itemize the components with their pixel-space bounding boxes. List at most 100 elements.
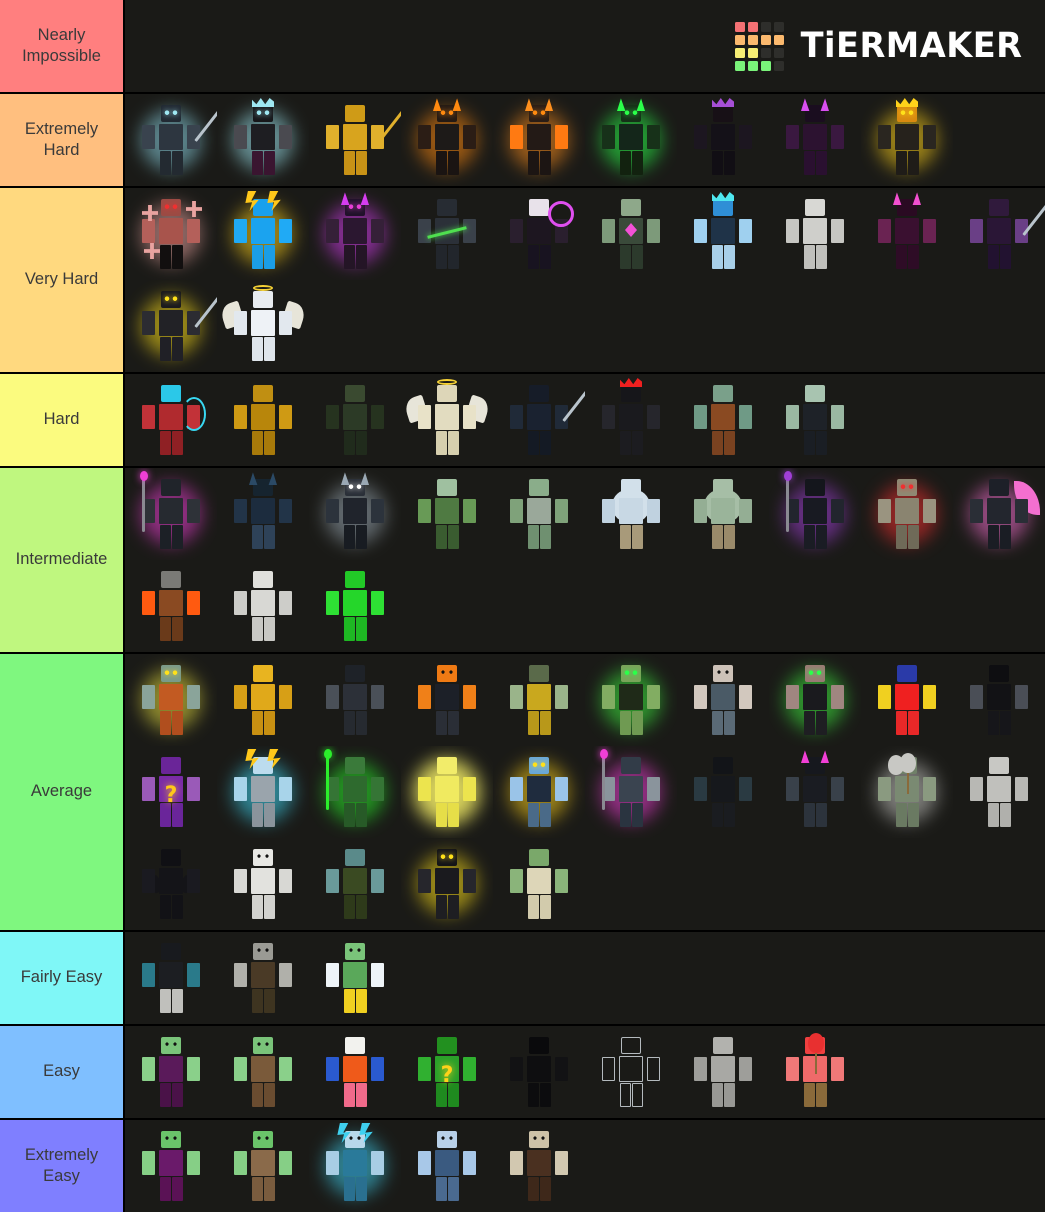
tier-item-magenta-staff-rogue[interactable]	[125, 468, 217, 560]
tier-item-top-hat-scythe-lord[interactable]	[769, 468, 861, 560]
tier-item-green-question-wizard[interactable]	[309, 746, 401, 838]
tier-item-pink-gem-trashman[interactable]	[677, 746, 769, 838]
tier-item-bright-green-runner[interactable]	[309, 560, 401, 652]
tier-item-pure-shadow-figure[interactable]	[493, 1026, 585, 1118]
tier-label-very-hard[interactable]: Very Hard	[0, 188, 125, 372]
tier-item-magma-armored[interactable]	[493, 94, 585, 186]
tier-item-chained-orange-zombie[interactable]	[125, 654, 217, 746]
tier-label-intermediate[interactable]: Intermediate	[0, 468, 125, 652]
tier-item-green-question-figure[interactable]: ?	[401, 1026, 493, 1118]
tier-label-extremely-hard[interactable]: Extremely Hard	[0, 94, 125, 186]
tier-item-rainbow-paint-figure[interactable]	[309, 1026, 401, 1118]
tier-item-sage-green-blob[interactable]	[677, 468, 769, 560]
tier-item-dark-knight-spear[interactable]	[125, 94, 217, 186]
tier-item-outline-ghost-figure[interactable]	[585, 1026, 677, 1118]
tier-item-magenta-staff-paladin[interactable]	[585, 746, 677, 838]
tier-item-black-bat[interactable]	[125, 838, 217, 930]
tier-item-red-balloon-gift[interactable]	[769, 1026, 861, 1118]
tier-label-fairly-easy[interactable]: Fairly Easy	[0, 932, 125, 1024]
tier-item-electric-stone-figure[interactable]	[217, 746, 309, 838]
tier-item-yellow-eye-swordsman[interactable]	[125, 280, 217, 372]
tier-item-green-neon-mech[interactable]	[585, 94, 677, 186]
tier-item-red-yellow-clown[interactable]	[861, 654, 953, 746]
tier-item-diamond-plate-figure[interactable]	[953, 746, 1045, 838]
tier-item-black-winged-shade[interactable]	[953, 654, 1045, 746]
tier-item-green-hooded-slime[interactable]	[401, 468, 493, 560]
tier-item-lava-rock-golem[interactable]	[125, 560, 217, 652]
tier-item-navy-antenna-knight[interactable]	[217, 468, 309, 560]
tier-item-white-skeleton[interactable]	[217, 838, 309, 930]
tier-item-white-clay-figure[interactable]	[769, 188, 861, 280]
tier-item-mossy-diamond-titan[interactable]	[585, 188, 677, 280]
tier-item-violet-lancer[interactable]	[953, 188, 1045, 280]
tier-item-purple-chained-zombie[interactable]	[125, 1026, 217, 1118]
tier-item-pink-scythe-reaper[interactable]	[953, 468, 1045, 560]
tier-item-brown-chained-zombie[interactable]	[217, 1026, 309, 1118]
tier-item-frost-crown-paladin[interactable]	[677, 188, 769, 280]
tier-item-violet-spiked-warrior[interactable]	[769, 94, 861, 186]
tier-item-tan-chained-hulk[interactable]	[861, 468, 953, 560]
tier-item-horned-black-knight[interactable]	[769, 746, 861, 838]
tier-item-yellow-glow-figure[interactable]	[401, 746, 493, 838]
tier-item-winged-angel[interactable]	[217, 280, 309, 372]
tier-items-intermediate[interactable]	[125, 468, 1045, 652]
tier-items-easy[interactable]: ?	[125, 1026, 1045, 1118]
tier-item-magenta-halo-shade[interactable]	[493, 188, 585, 280]
tier-item-white-ghost-figure[interactable]	[217, 560, 309, 652]
tier-item-pale-blue-blob[interactable]	[585, 468, 677, 560]
tier-item-pink-spiked-overlord[interactable]	[861, 188, 953, 280]
tier-item-white-winged-trident[interactable]	[401, 374, 493, 466]
tier-item-yellow-eye-black-figure[interactable]	[401, 838, 493, 930]
tier-item-camo-green-soldier[interactable]	[309, 374, 401, 466]
tier-item-brown-chain-zombie[interactable]	[217, 932, 309, 1024]
tier-item-green-camo-zombie[interactable]	[585, 654, 677, 746]
tier-items-hard[interactable]	[125, 374, 1045, 466]
tier-items-average[interactable]: ?	[125, 654, 1045, 930]
tier-item-yellow-armored-knight[interactable]	[493, 654, 585, 746]
tier-label-nearly-impossible[interactable]: Nearly Impossible	[0, 0, 125, 92]
tier-item-bandaged-mummy[interactable]	[493, 838, 585, 930]
tier-item-beach-towel-zombie[interactable]	[309, 932, 401, 1024]
tier-item-red-cyan-archer[interactable]	[125, 374, 217, 466]
tier-items-nearly-impossible[interactable]: TiERMAKER	[125, 0, 1045, 92]
tier-item-purple-question-cloak[interactable]: ?	[125, 746, 217, 838]
tier-item-dark-clothed-zombie[interactable]	[769, 654, 861, 746]
tier-label-average[interactable]: Average	[0, 654, 125, 930]
tier-item-tan-brown-figure[interactable]	[493, 1120, 585, 1212]
tier-item-grey-stone-brute[interactable]	[677, 654, 769, 746]
tier-item-pumpkin-king[interactable]	[861, 94, 953, 186]
tier-item-blue-lightning-figure[interactable]	[217, 188, 309, 280]
tier-item-bucket-head-scrapper[interactable]	[309, 654, 401, 746]
tier-label-hard[interactable]: Hard	[0, 374, 125, 466]
tier-item-dark-axe-bandit[interactable]	[493, 374, 585, 466]
tier-item-purple-antlered-knight[interactable]	[309, 188, 401, 280]
tier-item-purple-crown-shadow[interactable]	[677, 94, 769, 186]
tier-item-ice-crystal-miner[interactable]	[125, 932, 217, 1024]
tier-item-beetle-armor-warrior[interactable]	[309, 468, 401, 560]
tier-item-brown-zombie[interactable]	[217, 1120, 309, 1212]
tier-item-green-apron-worker[interactable]	[309, 838, 401, 930]
tier-item-frozen-blue-figure[interactable]	[309, 1120, 401, 1212]
tier-item-fire-horned-demon[interactable]	[401, 94, 493, 186]
tier-label-extremely-easy[interactable]: Extremely Easy	[0, 1120, 125, 1212]
tier-items-extremely-easy[interactable]	[125, 1120, 1045, 1212]
tier-items-fairly-easy[interactable]	[125, 932, 1045, 1024]
tier-item-blue-stone-figure[interactable]	[493, 746, 585, 838]
tier-item-molten-gold-giant[interactable]	[217, 374, 309, 466]
tier-item-red-visor-trooper[interactable]	[585, 374, 677, 466]
tier-items-extremely-hard[interactable]	[125, 94, 1045, 186]
tier-item-balloon-pack-figure[interactable]	[861, 746, 953, 838]
tier-items-very-hard[interactable]	[125, 188, 1045, 372]
tier-item-pale-green-brute[interactable]	[769, 374, 861, 466]
tier-item-mottled-green-zombie[interactable]	[493, 468, 585, 560]
tier-item-orange-screaming-brute[interactable]	[401, 654, 493, 746]
tier-item-blue-noob-figure[interactable]	[401, 1120, 493, 1212]
tier-item-red-cross-beast[interactable]	[125, 188, 217, 280]
tier-item-purple-zombie[interactable]	[125, 1120, 217, 1212]
tier-item-diamond-plate-zombie[interactable]	[677, 1026, 769, 1118]
tier-item-gold-blocky-figure[interactable]	[217, 654, 309, 746]
tier-item-golden-blade-figure[interactable]	[309, 94, 401, 186]
tier-item-crowned-dark-king[interactable]	[217, 94, 309, 186]
tier-item-green-sash-reaper[interactable]	[401, 188, 493, 280]
tier-label-easy[interactable]: Easy	[0, 1026, 125, 1118]
